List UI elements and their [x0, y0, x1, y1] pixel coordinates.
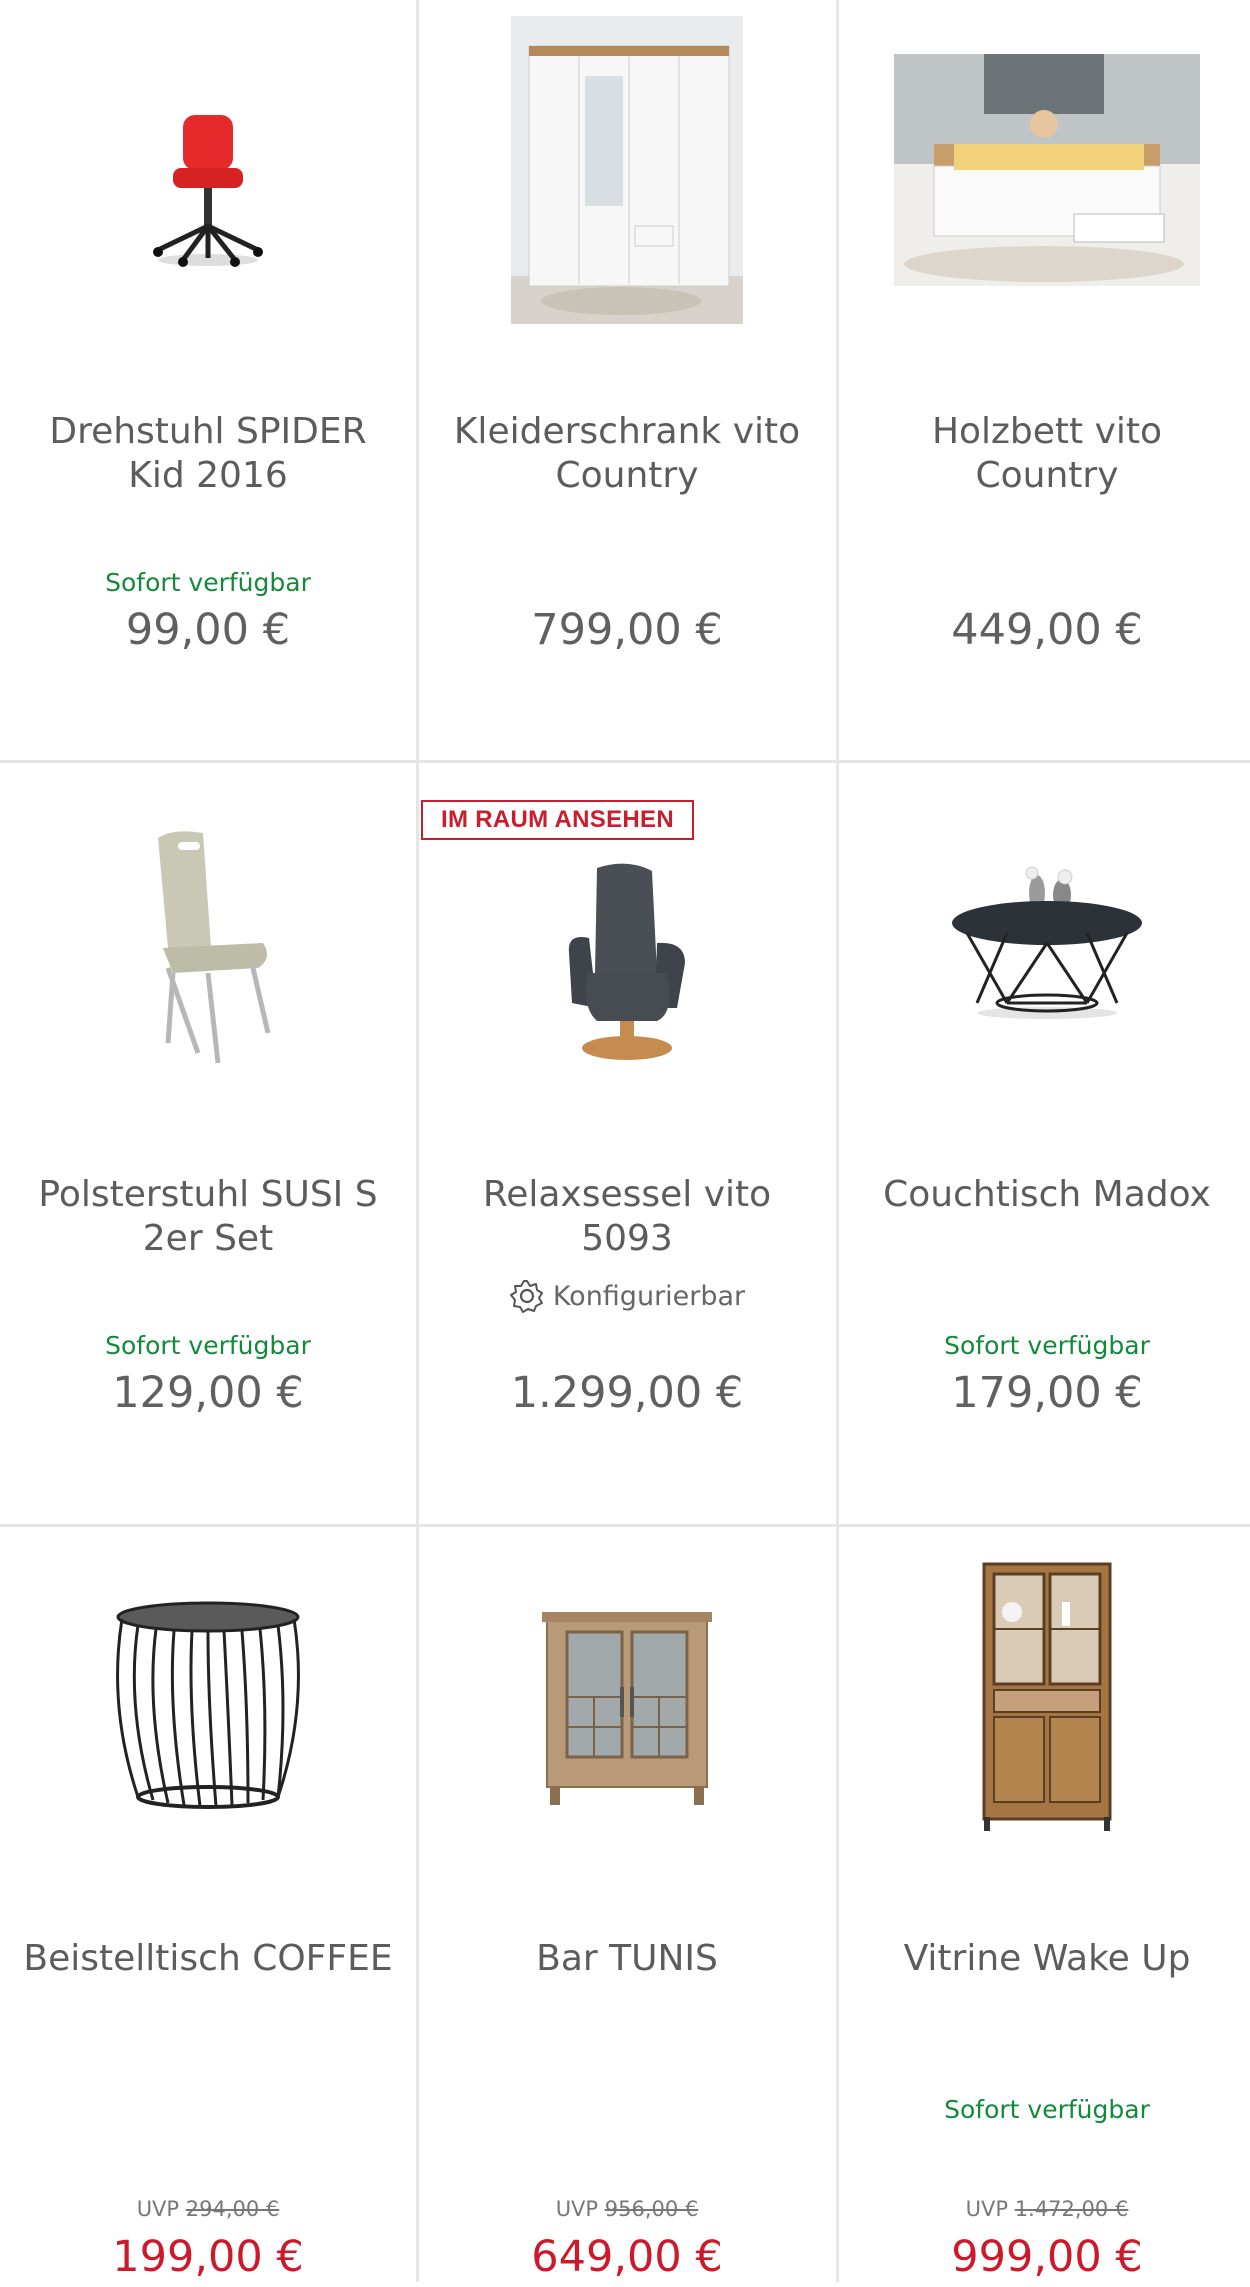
product-price: 799,00 € [531, 605, 723, 655]
red-office-chair-image [153, 115, 263, 267]
sale-price: 649,00 € [531, 2232, 723, 2282]
product-card[interactable]: Vitrine Wake Up Sofort verfügbar UVP 1.4… [839, 1527, 1250, 2287]
uvp-value: 1.472,00 € [1014, 2197, 1129, 2221]
product-card[interactable]: Drehstuhl SPIDER Kid 2016 Sofort verfügb… [0, 0, 416, 760]
uvp-label: UVP [965, 2197, 1009, 2221]
gear-icon [509, 1280, 543, 1313]
product-price: 129,00 € [112, 1368, 304, 1418]
wire-side-table-image [116, 1601, 300, 1809]
product-card[interactable]: Kleiderschrank vito Country 799,00 € [419, 0, 835, 760]
product-card[interactable]: Bar TUNIS UVP 956,00 € 649,00 € [419, 1527, 835, 2287]
availability-label: Sofort verfügbar [944, 1331, 1150, 1360]
uvp-price: UVP 294,00 € [0, 2197, 416, 2221]
product-card[interactable]: IM RAUM ANSEHEN Relaxsessel vito 5093 Ko… [419, 763, 835, 1523]
product-title[interactable]: Drehstuhl SPIDER Kid 2016 [20, 410, 396, 498]
product-price: 449,00 € [951, 605, 1143, 655]
white-wardrobe-image [511, 16, 743, 324]
product-title[interactable]: Beistelltisch COFFEE [20, 1937, 396, 1981]
product-grid: Drehstuhl SPIDER Kid 2016 Sofort verfügb… [0, 0, 1250, 2282]
configurable-text: Konfigurierbar [552, 1280, 746, 1312]
product-title[interactable]: Bar TUNIS [439, 1937, 815, 1981]
product-image[interactable] [0, 0, 416, 380]
product-image[interactable] [419, 0, 835, 380]
product-title[interactable]: Polsterstuhl SUSI S 2er Set [20, 1173, 396, 1261]
product-card[interactable]: Polsterstuhl SUSI S 2er Set Sofort verfü… [0, 763, 416, 1523]
product-image[interactable] [839, 763, 1250, 1143]
product-image[interactable] [839, 0, 1250, 380]
uvp-price: UVP 1.472,00 € [839, 2197, 1250, 2221]
uvp-value: 294,00 € [185, 2197, 280, 2221]
uvp-value: 956,00 € [604, 2197, 699, 2221]
sale-price: 199,00 € [112, 2232, 304, 2282]
uvp-label: UVP [555, 2197, 599, 2221]
product-image[interactable] [0, 763, 416, 1143]
wood-bar-cabinet-image [542, 1612, 712, 1805]
product-title[interactable]: Holzbett vito Country [859, 410, 1235, 498]
product-title[interactable]: Vitrine Wake Up [859, 1937, 1235, 1981]
product-title[interactable]: Relaxsessel vito 5093 [439, 1173, 815, 1261]
sale-price: 999,00 € [951, 2232, 1143, 2282]
wood-vitrine-image [982, 1562, 1112, 1831]
configurable-label[interactable]: Konfigurierbar [419, 1278, 835, 1314]
product-card[interactable]: Couchtisch Madox Sofort verfügbar 179,00… [839, 763, 1250, 1523]
uvp-price: UVP 956,00 € [419, 2197, 835, 2221]
product-image[interactable] [419, 1527, 835, 1907]
product-card[interactable]: Beistelltisch COFFEE UVP 294,00 € 199,00… [0, 1527, 416, 2287]
product-title[interactable]: Kleiderschrank vito Country [439, 410, 815, 498]
product-price: 179,00 € [951, 1368, 1143, 1418]
product-image[interactable] [0, 1527, 416, 1907]
beige-chair-image [158, 831, 271, 1064]
product-image[interactable] [839, 1527, 1250, 1907]
white-bed-image [894, 54, 1200, 286]
product-image[interactable] [419, 763, 835, 1143]
coffee-table-image [952, 866, 1142, 1019]
availability-label: Sofort verfügbar [105, 1331, 311, 1360]
grey-recliner-image [568, 863, 685, 1060]
product-card[interactable]: Holzbett vito Country 449,00 € [839, 0, 1250, 760]
product-price: 99,00 € [125, 605, 291, 655]
product-price: 1.299,00 € [510, 1368, 744, 1418]
product-title[interactable]: Couchtisch Madox [859, 1173, 1235, 1217]
availability-label: Sofort verfügbar [944, 2095, 1150, 2124]
availability-label: Sofort verfügbar [105, 568, 311, 597]
uvp-label: UVP [136, 2197, 180, 2221]
